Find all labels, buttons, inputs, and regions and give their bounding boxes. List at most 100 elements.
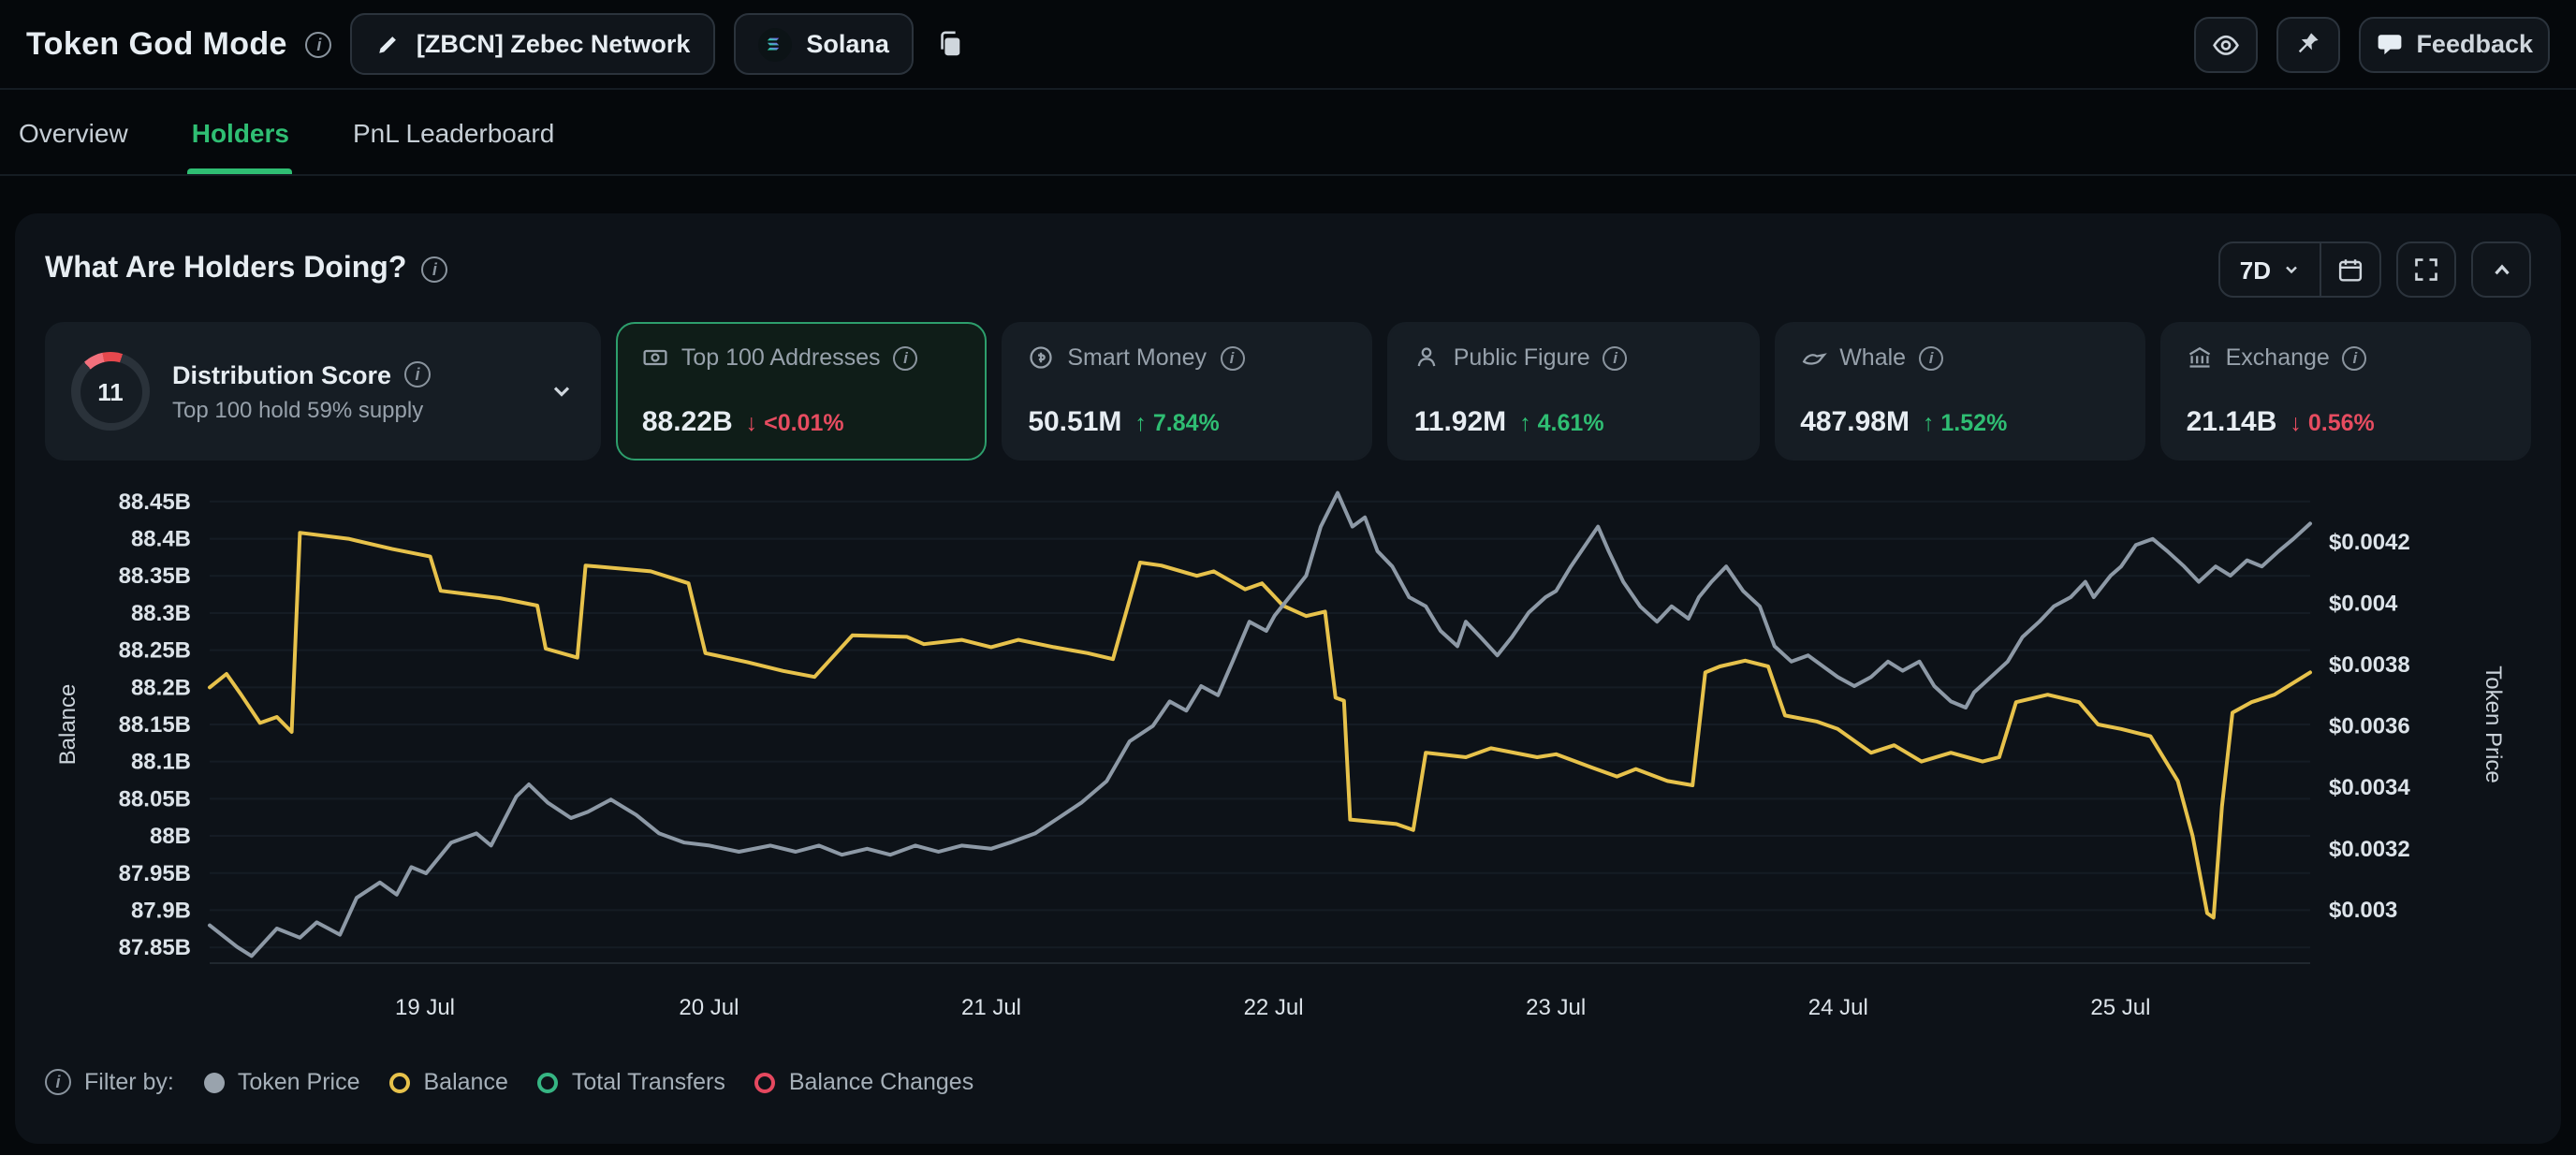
svg-text:88.15B: 88.15B	[119, 712, 191, 738]
stat-change: ↑ 7.84%	[1134, 410, 1219, 436]
total-transfers-ring-icon	[538, 1072, 559, 1092]
stat-card-exchange[interactable]: Exchange i 21.14B ↓ 0.56%	[2160, 322, 2531, 461]
eye-icon-button[interactable]	[2193, 16, 2257, 72]
svg-text:88.05B: 88.05B	[119, 786, 191, 812]
svg-text:$0.0032: $0.0032	[2329, 837, 2410, 862]
svg-text:88.1B: 88.1B	[131, 750, 191, 775]
svg-text:$0.0036: $0.0036	[2329, 714, 2410, 739]
chevron-down-icon	[2282, 260, 2301, 279]
filter-option-balance-changes[interactable]: Balance Changes	[755, 1069, 973, 1095]
stat-value: 50.51M	[1028, 406, 1121, 438]
fullscreen-button[interactable]	[2396, 241, 2456, 298]
filter-by-label: Filter by:	[84, 1069, 174, 1095]
info-icon[interactable]: i	[404, 361, 431, 388]
svg-text:88B: 88B	[150, 824, 191, 849]
chevron-down-icon[interactable]	[549, 378, 575, 404]
info-icon[interactable]: i	[1603, 345, 1628, 370]
svg-text:88.35B: 88.35B	[119, 563, 191, 589]
token-name: [ZBCN] Zebec Network	[417, 30, 691, 58]
svg-text:24 Jul: 24 Jul	[1808, 995, 1868, 1020]
page-title: Token God Mode	[26, 25, 287, 63]
svg-text:19 Jul: 19 Jul	[395, 995, 455, 1020]
coin-icon	[1028, 344, 1054, 371]
svg-text:25 Jul: 25 Jul	[2090, 995, 2150, 1020]
solana-icon	[757, 27, 791, 61]
info-icon[interactable]: i	[1919, 345, 1943, 370]
svg-text:Token Price: Token Price	[2481, 665, 2506, 782]
date-range-group: 7D	[2219, 241, 2381, 298]
stat-label: Public Figure	[1454, 344, 1590, 371]
tab-holders[interactable]: Holders	[188, 90, 293, 174]
expand-icon	[2413, 256, 2439, 283]
svg-text:$0.0034: $0.0034	[2329, 775, 2410, 800]
person-icon	[1414, 344, 1441, 371]
stat-card-distribution-score[interactable]: 11 Distribution Score i Top 100 hold 59%…	[45, 322, 601, 461]
svg-text:88.2B: 88.2B	[131, 675, 191, 700]
stat-label: Whale	[1839, 344, 1906, 371]
holders-chart-svg: 88.45B 88.4B 88.35B 88.3B 88.25B 88.2B 88.15B 8…	[45, 472, 2524, 1056]
info-icon[interactable]: i	[45, 1069, 71, 1095]
stat-card-smart-money[interactable]: Smart Money i 50.51M ↑ 7.84%	[1002, 322, 1372, 461]
calendar-button[interactable]	[2321, 243, 2379, 296]
panel-header: What Are Holders Doing? i 7D	[45, 240, 2531, 300]
cash-icon	[642, 344, 668, 371]
tab-overview[interactable]: Overview	[15, 90, 132, 174]
holders-chart[interactable]: 88.45B 88.4B 88.35B 88.3B 88.25B 88.2B 88.15B 8…	[45, 472, 2531, 1065]
svg-text:88.3B: 88.3B	[131, 601, 191, 626]
info-icon[interactable]: i	[2343, 345, 2367, 370]
svg-text:$0.0042: $0.0042	[2329, 530, 2410, 555]
calendar-icon	[2336, 256, 2364, 284]
feedback-button[interactable]: Feedback	[2358, 16, 2550, 72]
svg-text:88.25B: 88.25B	[119, 638, 191, 664]
filter-option-total-transfers[interactable]: Total Transfers	[538, 1069, 725, 1095]
stat-card-public-figure[interactable]: Public Figure i 11.92M ↑ 4.61%	[1388, 322, 1759, 461]
info-icon[interactable]: i	[421, 256, 447, 283]
stat-change: ↑ 4.61%	[1519, 410, 1603, 436]
info-icon[interactable]: i	[306, 31, 332, 57]
holders-panel: What Are Holders Doing? i 7D	[15, 213, 2561, 1144]
pencil-icon	[375, 31, 402, 57]
collapse-panel-button[interactable]	[2471, 241, 2531, 298]
chain-name: Solana	[806, 30, 889, 58]
filter-option-token-price[interactable]: Token Price	[204, 1069, 360, 1095]
tab-bar: Overview Holders PnL Leaderboard	[0, 90, 2576, 176]
token-selector-button[interactable]: [ZBCN] Zebec Network	[351, 13, 715, 75]
pin-icon	[2293, 30, 2321, 58]
copy-icon	[936, 30, 964, 58]
copy-address-button[interactable]	[932, 13, 968, 75]
stat-value: 487.98M	[1800, 406, 1910, 438]
svg-text:Balance: Balance	[55, 684, 80, 766]
range-dropdown[interactable]: 7D	[2221, 243, 2320, 296]
stat-card-top-100-addresses[interactable]: Top 100 Addresses i 88.22B ↓ <0.01%	[616, 322, 987, 461]
token-price-dot-icon	[204, 1072, 225, 1092]
svg-text:22 Jul: 22 Jul	[1244, 995, 1304, 1020]
eye-icon	[2210, 29, 2240, 59]
whale-icon	[1800, 344, 1826, 371]
stat-change: ↓ <0.01%	[746, 410, 844, 436]
stat-value: 21.14B	[2187, 406, 2277, 438]
token-god-mode-app: Token God Mode i [ZBCN] Zebec Network	[0, 0, 2576, 1155]
svg-text:88.45B: 88.45B	[119, 490, 191, 515]
bank-icon	[2187, 344, 2213, 371]
top-bar: Token God Mode i [ZBCN] Zebec Network	[0, 0, 2576, 90]
info-icon[interactable]: i	[894, 345, 918, 370]
svg-text:87.95B: 87.95B	[119, 861, 191, 886]
tab-pnl-leaderboard[interactable]: PnL Leaderboard	[349, 90, 558, 174]
range-value: 7D	[2240, 256, 2271, 284]
pin-icon-button[interactable]	[2276, 16, 2339, 72]
info-icon[interactable]: i	[1220, 345, 1244, 370]
chain-selector-button[interactable]: Solana	[733, 13, 914, 75]
stat-label: Smart Money	[1067, 344, 1207, 371]
distribution-score-value: 11	[97, 377, 124, 405]
svg-text:87.9B: 87.9B	[131, 898, 191, 923]
svg-text:88.4B: 88.4B	[131, 527, 191, 552]
stat-change: ↑ 1.52%	[1923, 410, 2007, 436]
chat-bubble-icon	[2375, 30, 2403, 58]
stat-card-whale[interactable]: Whale i 487.98M ↑ 1.52%	[1774, 322, 2144, 461]
filter-option-balance[interactable]: Balance	[390, 1069, 508, 1095]
stat-value: 11.92M	[1414, 406, 1506, 438]
feedback-label: Feedback	[2416, 30, 2533, 58]
stat-label: Exchange	[2226, 344, 2330, 371]
stat-value: 88.22B	[642, 406, 733, 438]
svg-text:23 Jul: 23 Jul	[1526, 995, 1586, 1020]
